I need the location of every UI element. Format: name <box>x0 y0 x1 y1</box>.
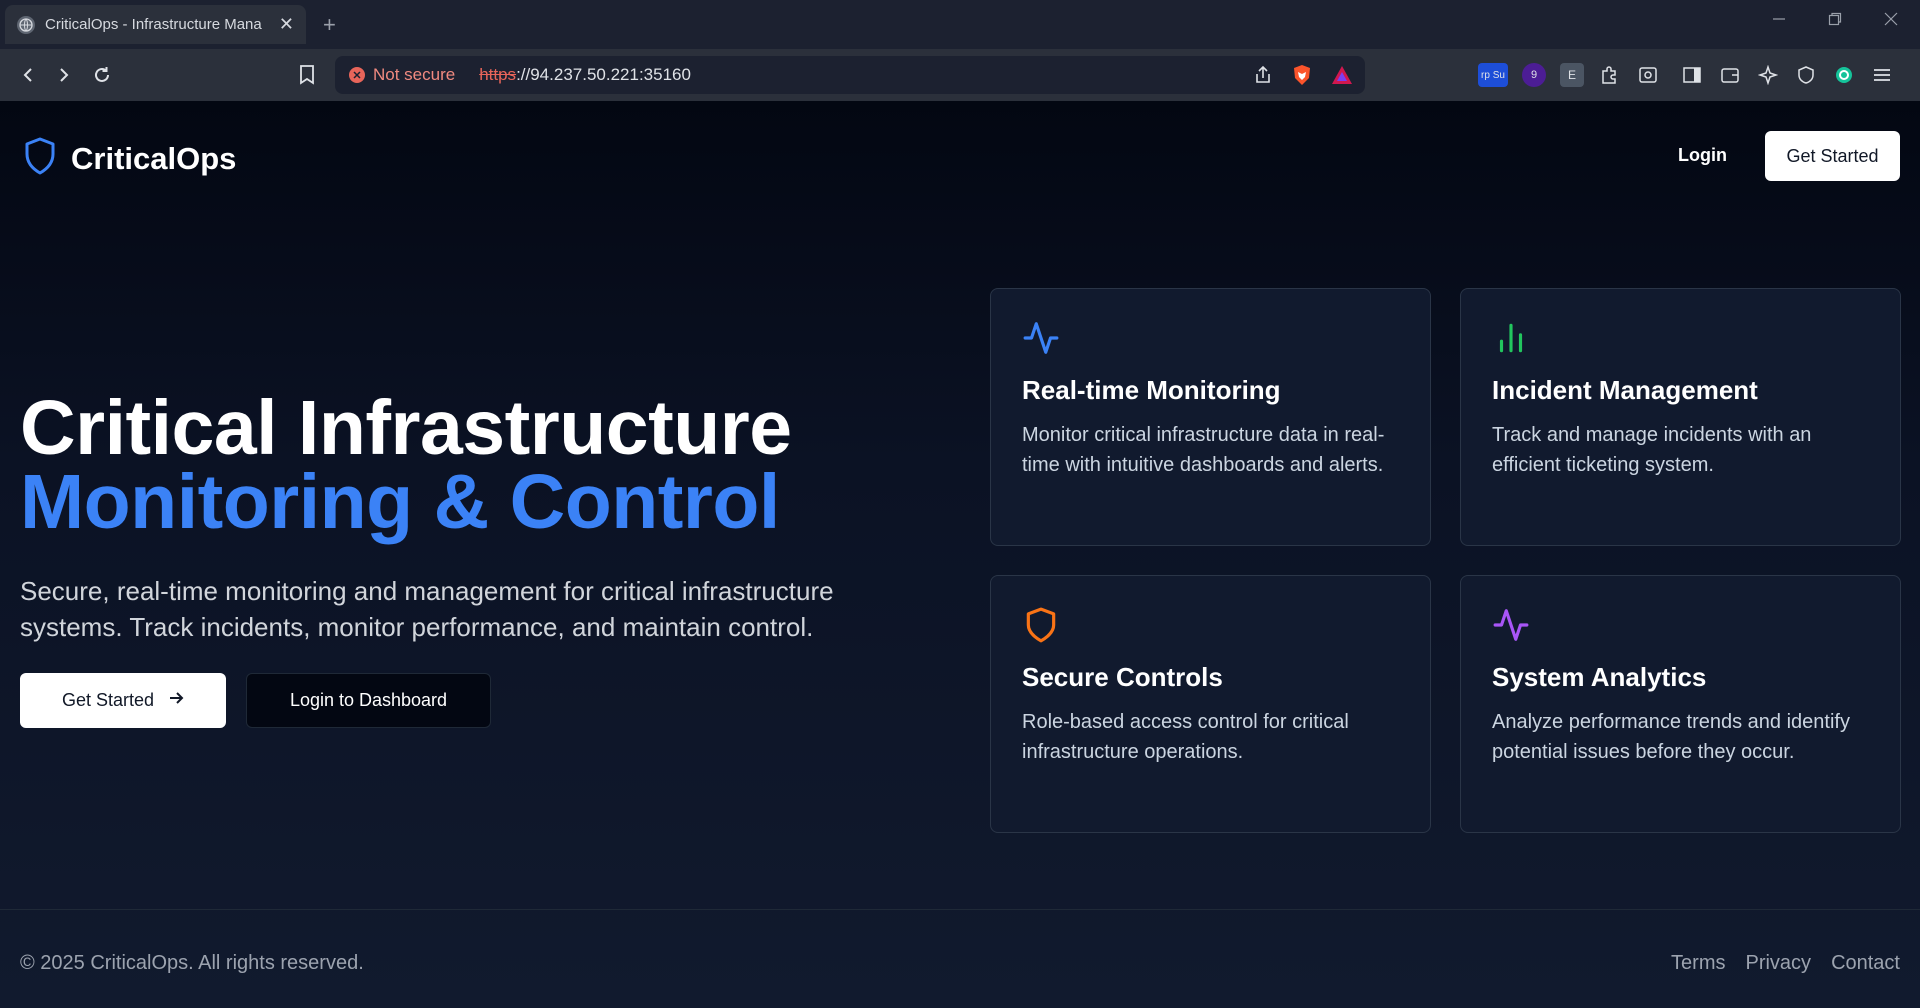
footer-link-contact[interactable]: Contact <box>1831 952 1900 975</box>
tab-title: CriticalOps - Infrastructure Mana <box>45 16 262 33</box>
site-header: CriticalOps Login Get Started <box>0 101 1920 211</box>
vpn-icon[interactable] <box>1794 63 1818 87</box>
wallet-icon[interactable] <box>1718 63 1742 87</box>
feature-description: Analyze performance trends and identify … <box>1492 711 1850 763</box>
grammarly-icon[interactable] <box>1832 63 1856 87</box>
brave-shield-icon[interactable] <box>1291 64 1313 91</box>
leo-ai-icon[interactable] <box>1756 63 1780 87</box>
feature-card-incident-management: Incident Management Track and manage inc… <box>1460 288 1901 546</box>
arrow-right-icon <box>168 690 184 711</box>
browser-tab[interactable]: CriticalOps - Infrastructure Mana ✕ <box>5 5 306 44</box>
login-dashboard-button[interactable]: Login to Dashboard <box>246 673 491 728</box>
shield-logo-icon <box>23 137 57 180</box>
activity-icon <box>1022 319 1060 357</box>
not-secure-label[interactable]: Not secure <box>373 65 455 85</box>
share-icon[interactable] <box>1253 65 1273 90</box>
hero-subtitle: Secure, real-time monitoring and managem… <box>20 576 834 642</box>
forward-icon[interactable] <box>49 60 79 90</box>
copyright: © 2025 CriticalOps. All rights reserved. <box>20 952 364 974</box>
feature-title: Incident Management <box>1492 375 1758 405</box>
hero-get-started-button[interactable]: Get Started <box>20 673 226 728</box>
activity-icon <box>1492 606 1530 644</box>
feature-description: Track and manage incidents with an effic… <box>1492 424 1812 476</box>
close-window-icon[interactable] <box>1884 12 1898 31</box>
puzzle-icon[interactable] <box>1598 63 1622 87</box>
bookmark-icon[interactable] <box>292 60 322 90</box>
hero-get-started-label: Get Started <box>61 690 155 710</box>
url-scheme: https <box>479 65 517 84</box>
browser-tabstrip: CriticalOps - Infrastructure Mana ✕ + <box>0 0 1920 49</box>
reload-icon[interactable] <box>87 60 117 90</box>
sidebar-icon[interactable] <box>1680 63 1704 87</box>
globe-icon <box>17 15 35 34</box>
feature-description: Monitor critical infrastructure data in … <box>1022 424 1385 476</box>
extensions-area: rp Su 9 E <box>1478 63 1894 87</box>
feature-card-secure-controls: Secure Controls Role-based access contro… <box>990 575 1431 833</box>
get-started-button[interactable]: Get Started <box>1765 131 1900 181</box>
new-tab-icon[interactable]: + <box>323 12 336 38</box>
bar-chart-icon <box>1492 319 1530 357</box>
page: CriticalOps Login Get Started Critical I… <box>0 101 1920 1008</box>
brand-name: CriticalOps <box>71 140 237 176</box>
extension-e-icon[interactable]: E <box>1560 63 1584 87</box>
tab-close-icon[interactable]: ✕ <box>279 14 294 35</box>
back-icon[interactable] <box>13 60 43 90</box>
hero-title-line2: Monitoring & Control <box>20 459 780 545</box>
not-secure-icon: ✕ <box>349 67 365 83</box>
restore-icon[interactable] <box>1828 12 1842 31</box>
brand[interactable]: CriticalOps <box>23 137 236 180</box>
feature-card-realtime-monitoring: Real-time Monitoring Monitor critical in… <box>990 288 1431 546</box>
menu-icon[interactable] <box>1870 63 1894 87</box>
shield-icon <box>1022 606 1060 644</box>
url-text: ://94.237.50.221:35160 <box>516 65 691 84</box>
feature-title: Secure Controls <box>1022 662 1223 692</box>
footer-link-terms[interactable]: Terms <box>1671 952 1725 975</box>
footer-divider <box>0 909 1920 910</box>
browser-toolbar: ✕ Not secure https ://94.237.50.221:3516… <box>0 49 1920 101</box>
address-bar[interactable]: ✕ Not secure https ://94.237.50.221:3516… <box>335 56 1365 94</box>
footer-link-privacy[interactable]: Privacy <box>1745 952 1811 975</box>
footer-links: Terms Privacy Contact <box>1671 952 1900 975</box>
feature-title: System Analytics <box>1492 662 1707 692</box>
login-link[interactable]: Login <box>1678 145 1727 166</box>
feature-description: Role-based access control for critical i… <box>1022 711 1349 763</box>
brave-rewards-icon[interactable] <box>1331 65 1353 90</box>
hero-title: Critical Infrastructure Monitoring & Con… <box>20 390 792 545</box>
minimize-icon[interactable] <box>1772 12 1786 31</box>
feature-card-system-analytics: System Analytics Analyze performance tre… <box>1460 575 1901 833</box>
screenshot-icon[interactable] <box>1636 63 1660 87</box>
extension-icon[interactable]: rp Su <box>1478 63 1508 87</box>
feature-title: Real-time Monitoring <box>1022 375 1281 405</box>
extension-badge-icon[interactable]: 9 <box>1522 63 1546 87</box>
